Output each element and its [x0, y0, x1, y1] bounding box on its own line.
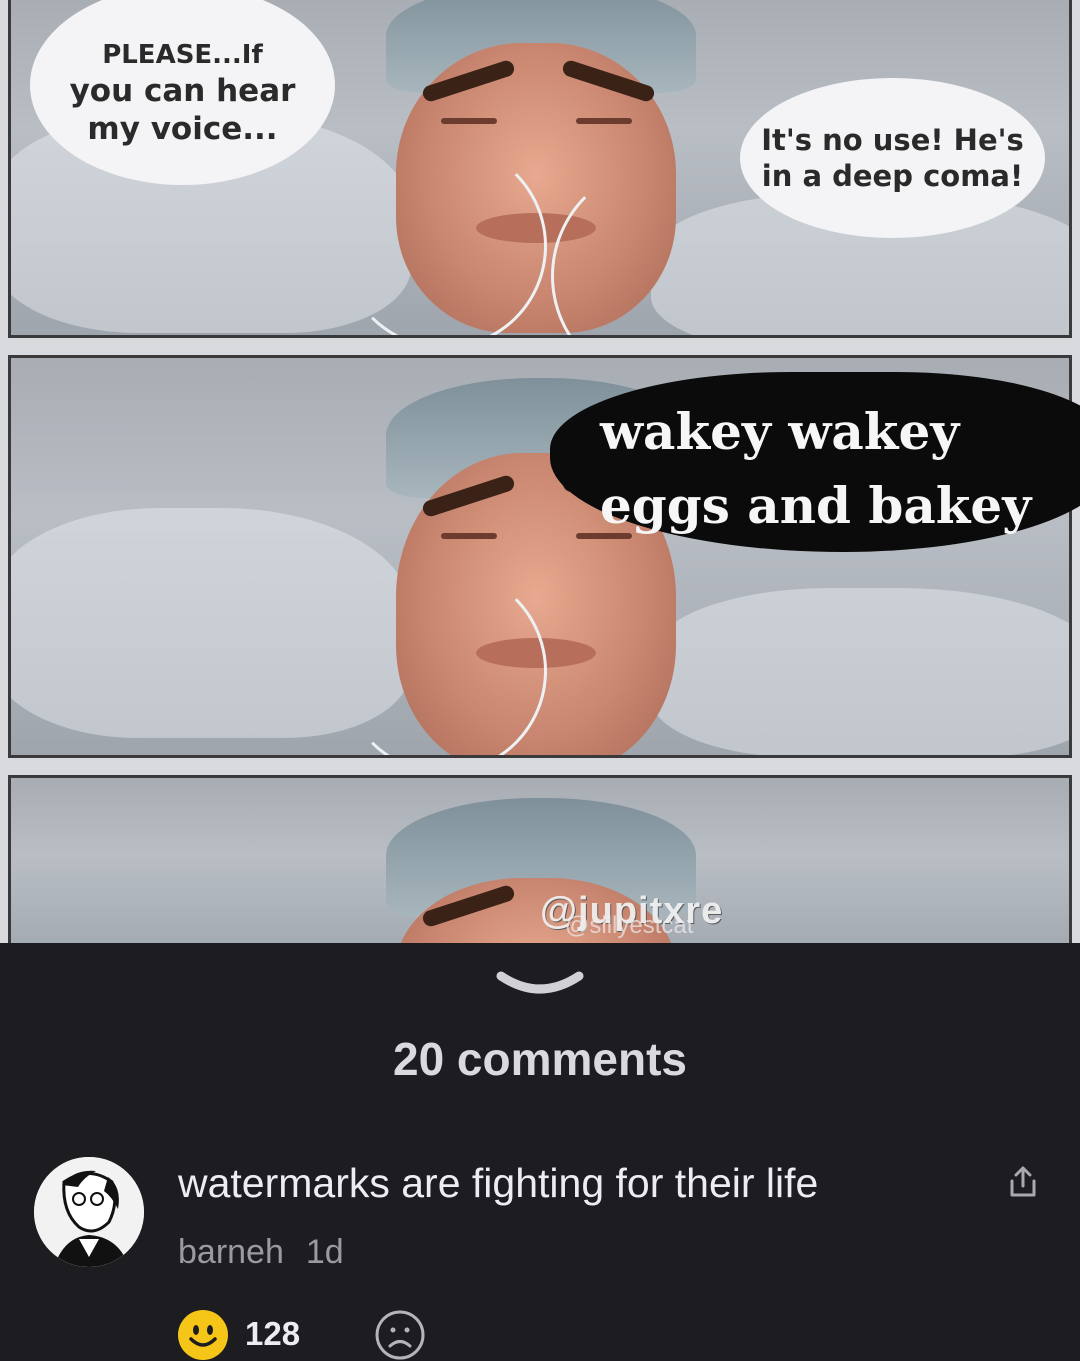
speech-bubble-please-text: you can hear my voice...	[69, 72, 296, 148]
comments-count: 20 comments	[392, 1033, 687, 1085]
avatar[interactable]	[34, 1157, 144, 1267]
meme-image[interactable]: PLEASE...If you can hear my voice... It'…	[0, 0, 1080, 943]
speech-bubble-coma: It's no use! He's in a deep coma!	[740, 78, 1045, 238]
chevron-down-icon[interactable]	[495, 968, 585, 996]
sad-reaction-icon[interactable]	[374, 1309, 426, 1361]
comment-time: 1d	[305, 1233, 344, 1271]
speech-bubble-wakey-text: wakey wakey eggs and bakey	[600, 402, 1032, 535]
happy-reaction-icon[interactable]	[177, 1309, 229, 1361]
speech-bubble-please-top: PLEASE...If	[102, 40, 263, 70]
share-icon[interactable]	[1005, 1164, 1041, 1200]
watermark-secondary: @sillyestcat	[565, 912, 694, 939]
comment-text: watermarks are fighting for their life	[178, 1160, 819, 1206]
avatar-portrait-icon	[34, 1157, 144, 1267]
reaction-count: 128	[245, 1315, 301, 1352]
comment-author[interactable]: barneh	[178, 1233, 284, 1271]
comment-meta: barneh 1d	[178, 1233, 344, 1272]
speech-bubble-coma-text: It's no use! He's in a deep coma!	[761, 122, 1024, 193]
